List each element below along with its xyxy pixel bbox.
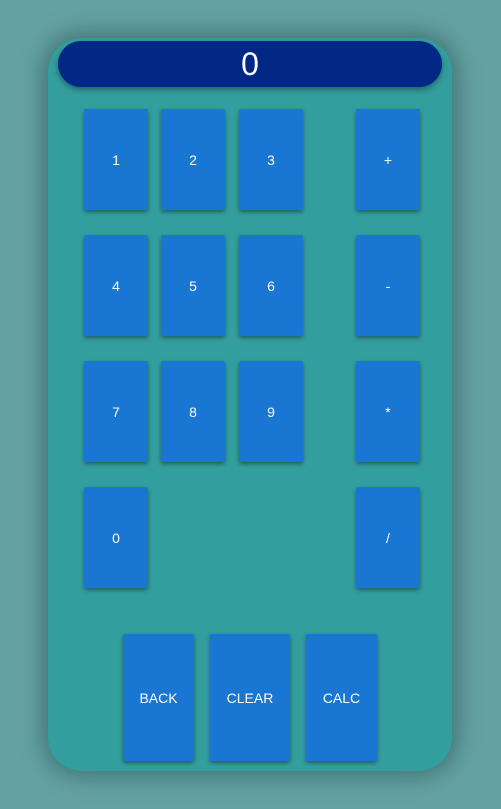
key-divide[interactable]: / xyxy=(356,487,420,588)
key-multiply[interactable]: * xyxy=(356,361,420,462)
calculator-panel: 0 1 2 3 + 4 5 6 - 7 8 9 * 0 / BACK CLEAR… xyxy=(48,38,452,771)
display-readout: 0 xyxy=(58,41,442,87)
key-4[interactable]: 4 xyxy=(84,235,148,336)
back-button[interactable]: BACK xyxy=(123,634,194,761)
key-minus[interactable]: - xyxy=(356,235,420,336)
key-1[interactable]: 1 xyxy=(84,109,148,210)
key-9[interactable]: 9 xyxy=(239,361,303,462)
key-6[interactable]: 6 xyxy=(239,235,303,336)
key-7[interactable]: 7 xyxy=(84,361,148,462)
key-plus[interactable]: + xyxy=(356,109,420,210)
clear-button[interactable]: CLEAR xyxy=(210,634,290,761)
key-8[interactable]: 8 xyxy=(161,361,225,462)
key-0[interactable]: 0 xyxy=(84,487,148,588)
key-5[interactable]: 5 xyxy=(161,235,225,336)
key-2[interactable]: 2 xyxy=(161,109,225,210)
calc-button[interactable]: CALC xyxy=(306,634,377,761)
key-3[interactable]: 3 xyxy=(239,109,303,210)
